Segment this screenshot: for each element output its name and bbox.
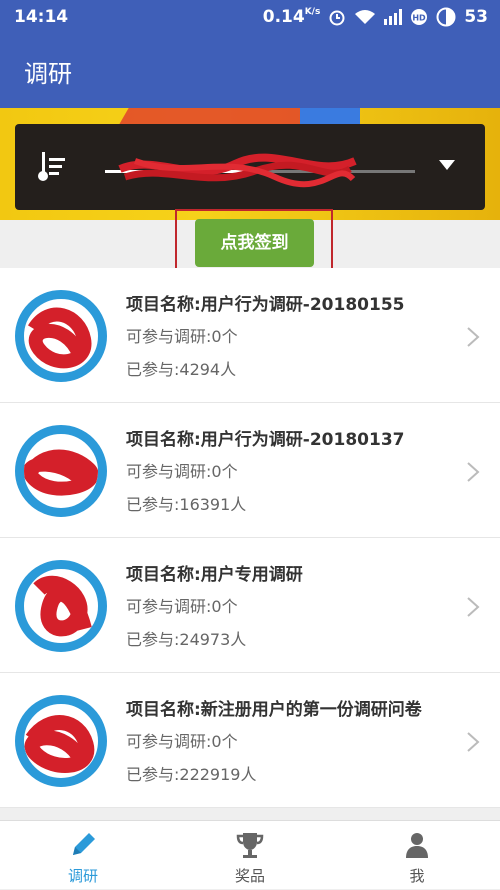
- chevron-right-icon: [467, 462, 480, 482]
- page-title: 调研: [24, 60, 72, 88]
- survey-list: 项目名称:用户行为调研-20180155 可参与调研:0个 已参与:4294人 …: [0, 268, 500, 808]
- survey-joined: 已参与:4294人: [126, 360, 237, 379]
- dropdown-arrow-icon[interactable]: [438, 158, 456, 172]
- survey-available: 可参与调研:0个: [126, 327, 238, 346]
- survey-avatar: [15, 560, 107, 652]
- battery-icon: [436, 7, 456, 27]
- tab-survey-label: 调研: [67, 867, 98, 885]
- status-time: 14:14: [14, 7, 69, 27]
- network-speed: 0.14K/s: [262, 7, 321, 27]
- survey-available: 可参与调研:0个: [126, 597, 238, 616]
- survey-avatar: [15, 290, 107, 382]
- survey-joined: 已参与:222919人: [126, 765, 257, 784]
- survey-name: 项目名称:新注册用户的第一份调研问卷: [126, 700, 422, 720]
- survey-item[interactable]: 项目名称:用户行为调研-20180137 可参与调研:0个 已参与:16391人: [0, 403, 500, 538]
- survey-joined: 已参与:16391人: [126, 495, 247, 514]
- signal-4g-icon: [384, 9, 403, 25]
- tab-prizes-label: 奖品: [234, 867, 265, 885]
- survey-avatar: [15, 425, 107, 517]
- tab-prizes[interactable]: 奖品: [167, 821, 333, 890]
- banner: [0, 108, 500, 220]
- svg-text:HD: HD: [413, 14, 427, 23]
- survey-item[interactable]: 项目名称:新注册用户的第一份调研问卷 可参与调研:0个 已参与:222919人: [0, 673, 500, 808]
- chevron-right-icon: [467, 732, 480, 752]
- sign-in-button[interactable]: 点我签到: [195, 219, 314, 267]
- pencil-icon: [73, 833, 95, 855]
- survey-name: 项目名称:用户行为调研-20180155: [126, 295, 405, 315]
- survey-joined: 已参与:24973人: [126, 630, 247, 649]
- chevron-right-icon: [467, 327, 480, 347]
- tab-me-label: 我: [409, 867, 425, 885]
- music-player[interactable]: [15, 124, 485, 210]
- redacted-track-title: [118, 153, 357, 188]
- bottom-tab-bar: 调研 奖品 我: [0, 820, 500, 889]
- chevron-right-icon: [467, 597, 480, 617]
- user-icon: [406, 833, 428, 858]
- survey-available: 可参与调研:0个: [126, 462, 238, 481]
- survey-avatar: [15, 695, 107, 787]
- tab-survey[interactable]: 调研: [0, 821, 166, 890]
- trophy-icon: [236, 833, 264, 858]
- status-bar: 14:14 0.14K/s HD 53: [0, 0, 500, 34]
- music-note-icon[interactable]: [37, 148, 73, 184]
- alarm-icon: [329, 10, 345, 26]
- wifi-icon: [355, 10, 376, 24]
- survey-available: 可参与调研:0个: [126, 732, 238, 751]
- survey-name: 项目名称:用户行为调研-20180137: [126, 430, 405, 450]
- app-bar: 调研: [0, 34, 500, 108]
- battery-level: 53: [464, 7, 488, 27]
- survey-item[interactable]: 项目名称:用户行为调研-20180155 可参与调研:0个 已参与:4294人: [0, 268, 500, 403]
- hd-icon: HD: [411, 9, 428, 25]
- survey-name: 项目名称:用户专用调研: [126, 565, 303, 585]
- tab-me[interactable]: 我: [334, 821, 500, 890]
- survey-item[interactable]: 项目名称:用户专用调研 可参与调研:0个 已参与:24973人: [0, 538, 500, 673]
